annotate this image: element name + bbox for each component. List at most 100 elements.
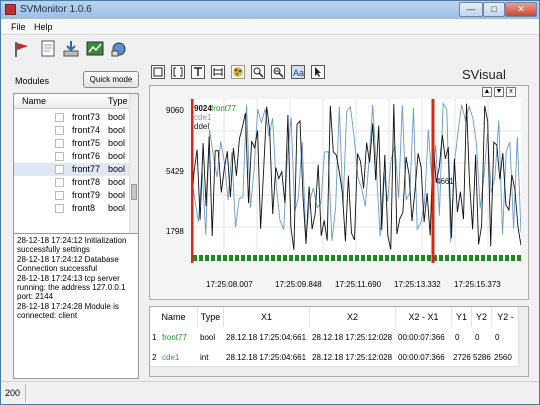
line-chart	[190, 99, 522, 263]
tree-item-type: bool	[108, 190, 126, 200]
checkbox[interactable]	[55, 165, 64, 174]
log-line: 28-12-18 17:24:28 Module is connected: c…	[17, 302, 119, 320]
series-front77-mark	[475, 255, 479, 261]
col-header-dy[interactable]: Y2 -	[492, 307, 520, 327]
cell-type: int	[200, 353, 209, 362]
log-line: 28-12-18 17:24:12 Initialization success…	[17, 236, 127, 254]
series-front77-mark	[481, 255, 485, 261]
tree-item-front8[interactable]: front8 bool	[14, 202, 130, 215]
tree-header-name[interactable]: Name	[22, 96, 46, 106]
marker-value-label: 4661	[436, 177, 454, 186]
palette-icon[interactable]	[231, 65, 245, 79]
table-horizontal-scrollbar[interactable]	[150, 366, 520, 376]
cell-dy: 2560	[494, 353, 512, 362]
square-icon[interactable]	[151, 65, 165, 79]
tree-item-front79[interactable]: front79 bool	[14, 189, 130, 202]
col-header-y1[interactable]: Y1	[452, 307, 472, 327]
series-front77-mark	[403, 255, 407, 261]
zoom-in-icon[interactable]	[251, 65, 265, 79]
maximize-button[interactable]: □	[483, 2, 505, 17]
checkbox[interactable]	[55, 113, 64, 122]
tree-header-type[interactable]: Type	[108, 96, 128, 106]
cell-x2: 28.12.18 17:25:12:028	[312, 353, 393, 362]
series-front77-mark	[319, 255, 323, 261]
quick-mode-button[interactable]: Quick mode	[83, 71, 139, 88]
series-front77-mark	[259, 255, 263, 261]
series-front77-mark	[331, 255, 335, 261]
x-tick-label: 17:25:08.007	[206, 280, 253, 289]
series-front77-mark	[205, 255, 209, 261]
cell-x2: 28.12.18 17:25:12:028	[312, 333, 393, 342]
graph-toolbar: Aa	[149, 65, 349, 81]
col-header-name[interactable]: Name	[150, 307, 198, 327]
series-front77-mark	[253, 255, 257, 261]
graph-up-button[interactable]: ▲	[482, 87, 492, 97]
tree-item-front77[interactable]: front77 bool	[14, 163, 130, 176]
network-icon[interactable]	[109, 39, 129, 59]
cell-y1: 2726	[453, 353, 471, 362]
plot-area[interactable]	[190, 99, 522, 263]
checkbox[interactable]	[55, 191, 64, 200]
cell-dy: 0	[495, 333, 500, 342]
flag-icon[interactable]	[11, 39, 31, 59]
col-header-y2[interactable]: Y2	[472, 307, 492, 327]
log-line: 28-12-18 17:24:13 tcp server running: th…	[17, 274, 126, 301]
series-front77-mark	[487, 255, 491, 261]
legend-ddel: ddel	[194, 122, 210, 131]
scroll-thumb[interactable]	[131, 184, 137, 200]
cell-y1: 0	[455, 333, 460, 342]
download-icon[interactable]	[61, 39, 81, 59]
series-front77-mark	[427, 255, 431, 261]
col-header-x2[interactable]: X2	[310, 307, 396, 327]
window-title: SVMonitor 1.0.6	[20, 4, 92, 15]
x-tick-label: 17:25:11.690	[335, 280, 382, 289]
series-front77-mark	[193, 255, 197, 261]
series-front77-mark	[493, 255, 497, 261]
checkbox[interactable]	[55, 126, 64, 135]
row-number: 1	[152, 333, 157, 342]
graph-down-button[interactable]: ▼	[494, 87, 504, 97]
bracket-icon[interactable]	[171, 65, 185, 79]
zoom-out-icon[interactable]	[271, 65, 285, 79]
series-front77-mark	[391, 255, 395, 261]
tree-item-front76[interactable]: front76 bool	[14, 150, 130, 163]
tree-item-front75[interactable]: front75 bool	[14, 137, 130, 150]
chart-icon[interactable]	[85, 39, 105, 59]
checkbox[interactable]	[55, 178, 64, 187]
legend-value: 9024	[194, 104, 212, 113]
series-front77-mark	[229, 255, 233, 261]
close-button[interactable]: ✕	[505, 2, 537, 17]
minimize-button[interactable]: —	[459, 2, 483, 17]
col-header-dx[interactable]: X2 - X1	[396, 307, 452, 327]
series-front77-mark	[415, 255, 419, 261]
graph-close-button[interactable]: x	[506, 87, 516, 97]
series-front77-mark	[325, 255, 329, 261]
x-tick-label: 17:25:13.332	[394, 280, 441, 289]
series-front77-mark	[337, 255, 341, 261]
menu-bar: File Help	[1, 19, 539, 35]
checkbox[interactable]	[55, 139, 64, 148]
series-front77-mark	[445, 255, 449, 261]
document-icon[interactable]	[38, 39, 58, 59]
series-front77-mark	[265, 255, 269, 261]
text-icon[interactable]	[191, 65, 205, 79]
menu-file[interactable]: File	[11, 22, 26, 32]
range-icon[interactable]	[211, 65, 225, 79]
col-header-type[interactable]: Type	[198, 307, 224, 327]
series-front77-mark	[343, 255, 347, 261]
checkbox[interactable]	[55, 152, 64, 161]
tree-item-name: front79	[72, 190, 101, 200]
legend-cde1: cde1	[194, 113, 212, 122]
text-scale-icon[interactable]: Aa	[291, 65, 305, 79]
x-tick-label: 17:25:09.848	[275, 280, 322, 289]
menu-help[interactable]: Help	[34, 22, 53, 32]
cursor-icon[interactable]	[311, 65, 325, 79]
title-bar[interactable]: SVMonitor 1.0.6 — □ ✕	[1, 1, 539, 19]
tree-item-front73[interactable]: front73 bool	[14, 111, 130, 124]
tree-item-front74[interactable]: front74 bool	[14, 124, 130, 137]
tree-item-front78[interactable]: front78 bool	[14, 176, 130, 189]
series-front77-mark	[421, 255, 425, 261]
tree-item-name: front78	[72, 177, 101, 187]
col-header-x1[interactable]: X1	[224, 307, 310, 327]
checkbox[interactable]	[55, 204, 64, 213]
